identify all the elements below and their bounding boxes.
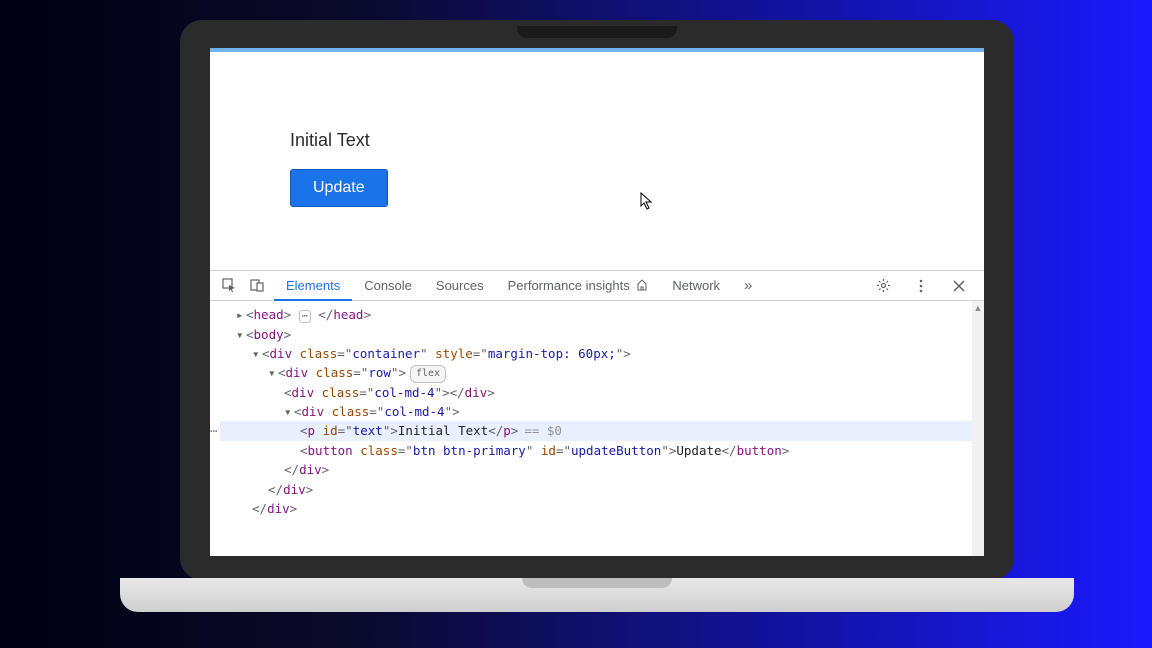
laptop-notch	[517, 26, 677, 38]
laptop-base	[120, 578, 1074, 612]
html-p-selected[interactable]: <p id="text">Initial Text</p>== $0	[220, 421, 972, 440]
html-row-close[interactable]: </div>	[220, 480, 972, 499]
tab-elements[interactable]: Elements	[274, 271, 352, 301]
html-button[interactable]: <button class="btn btn-primary" id="upda…	[220, 441, 972, 460]
html-body-open[interactable]: ▾<body>	[220, 325, 972, 344]
cursor-icon	[640, 192, 654, 210]
update-button[interactable]: Update	[290, 169, 388, 207]
devtools-body: ▸<head> ⋯ </head> ▾<body> ▾<div class="c…	[210, 301, 984, 556]
page-text: Initial Text	[290, 130, 984, 151]
html-col2-open[interactable]: ▾<div class="col-md-4">	[220, 402, 972, 421]
html-container[interactable]: ▾<div class="container" style="margin-to…	[220, 344, 972, 363]
scroll-up-icon[interactable]: ▲	[974, 303, 983, 313]
flex-badge[interactable]: flex	[410, 365, 446, 383]
laptop-frame: Initial Text Update Elements Console Sou…	[180, 20, 1014, 580]
page-content: Initial Text Update	[210, 52, 984, 270]
html-col1[interactable]: <div class="col-md-4"></div>	[220, 383, 972, 402]
browser-screen: Initial Text Update Elements Console Sou…	[210, 48, 984, 556]
devtools-panel: Elements Console Sources Performance ins…	[210, 270, 984, 556]
devtools-tabbar: Elements Console Sources Performance ins…	[210, 271, 984, 301]
gear-icon[interactable]	[872, 275, 894, 297]
inspect-icon[interactable]	[218, 275, 240, 297]
kebab-icon[interactable]	[910, 275, 932, 297]
scrollbar[interactable]: ▲	[972, 301, 984, 556]
html-container-close[interactable]: </div>	[220, 499, 972, 518]
html-row[interactable]: ▾<div class="row">flex	[220, 363, 972, 382]
tab-performance-insights[interactable]: Performance insights	[496, 271, 661, 301]
device-toggle-icon[interactable]	[246, 275, 268, 297]
close-icon[interactable]	[948, 275, 970, 297]
tab-network[interactable]: Network	[660, 271, 732, 301]
tab-console[interactable]: Console	[352, 271, 424, 301]
tabs-overflow[interactable]: »	[732, 271, 764, 301]
tab-sources[interactable]: Sources	[424, 271, 496, 301]
tab-perf-label: Performance insights	[508, 278, 630, 293]
elements-tree[interactable]: ▸<head> ⋯ </head> ▾<body> ▾<div class="c…	[210, 301, 972, 556]
html-col2-close[interactable]: </div>	[220, 460, 972, 479]
html-head-line[interactable]: ▸<head> ⋯ </head>	[220, 305, 972, 325]
